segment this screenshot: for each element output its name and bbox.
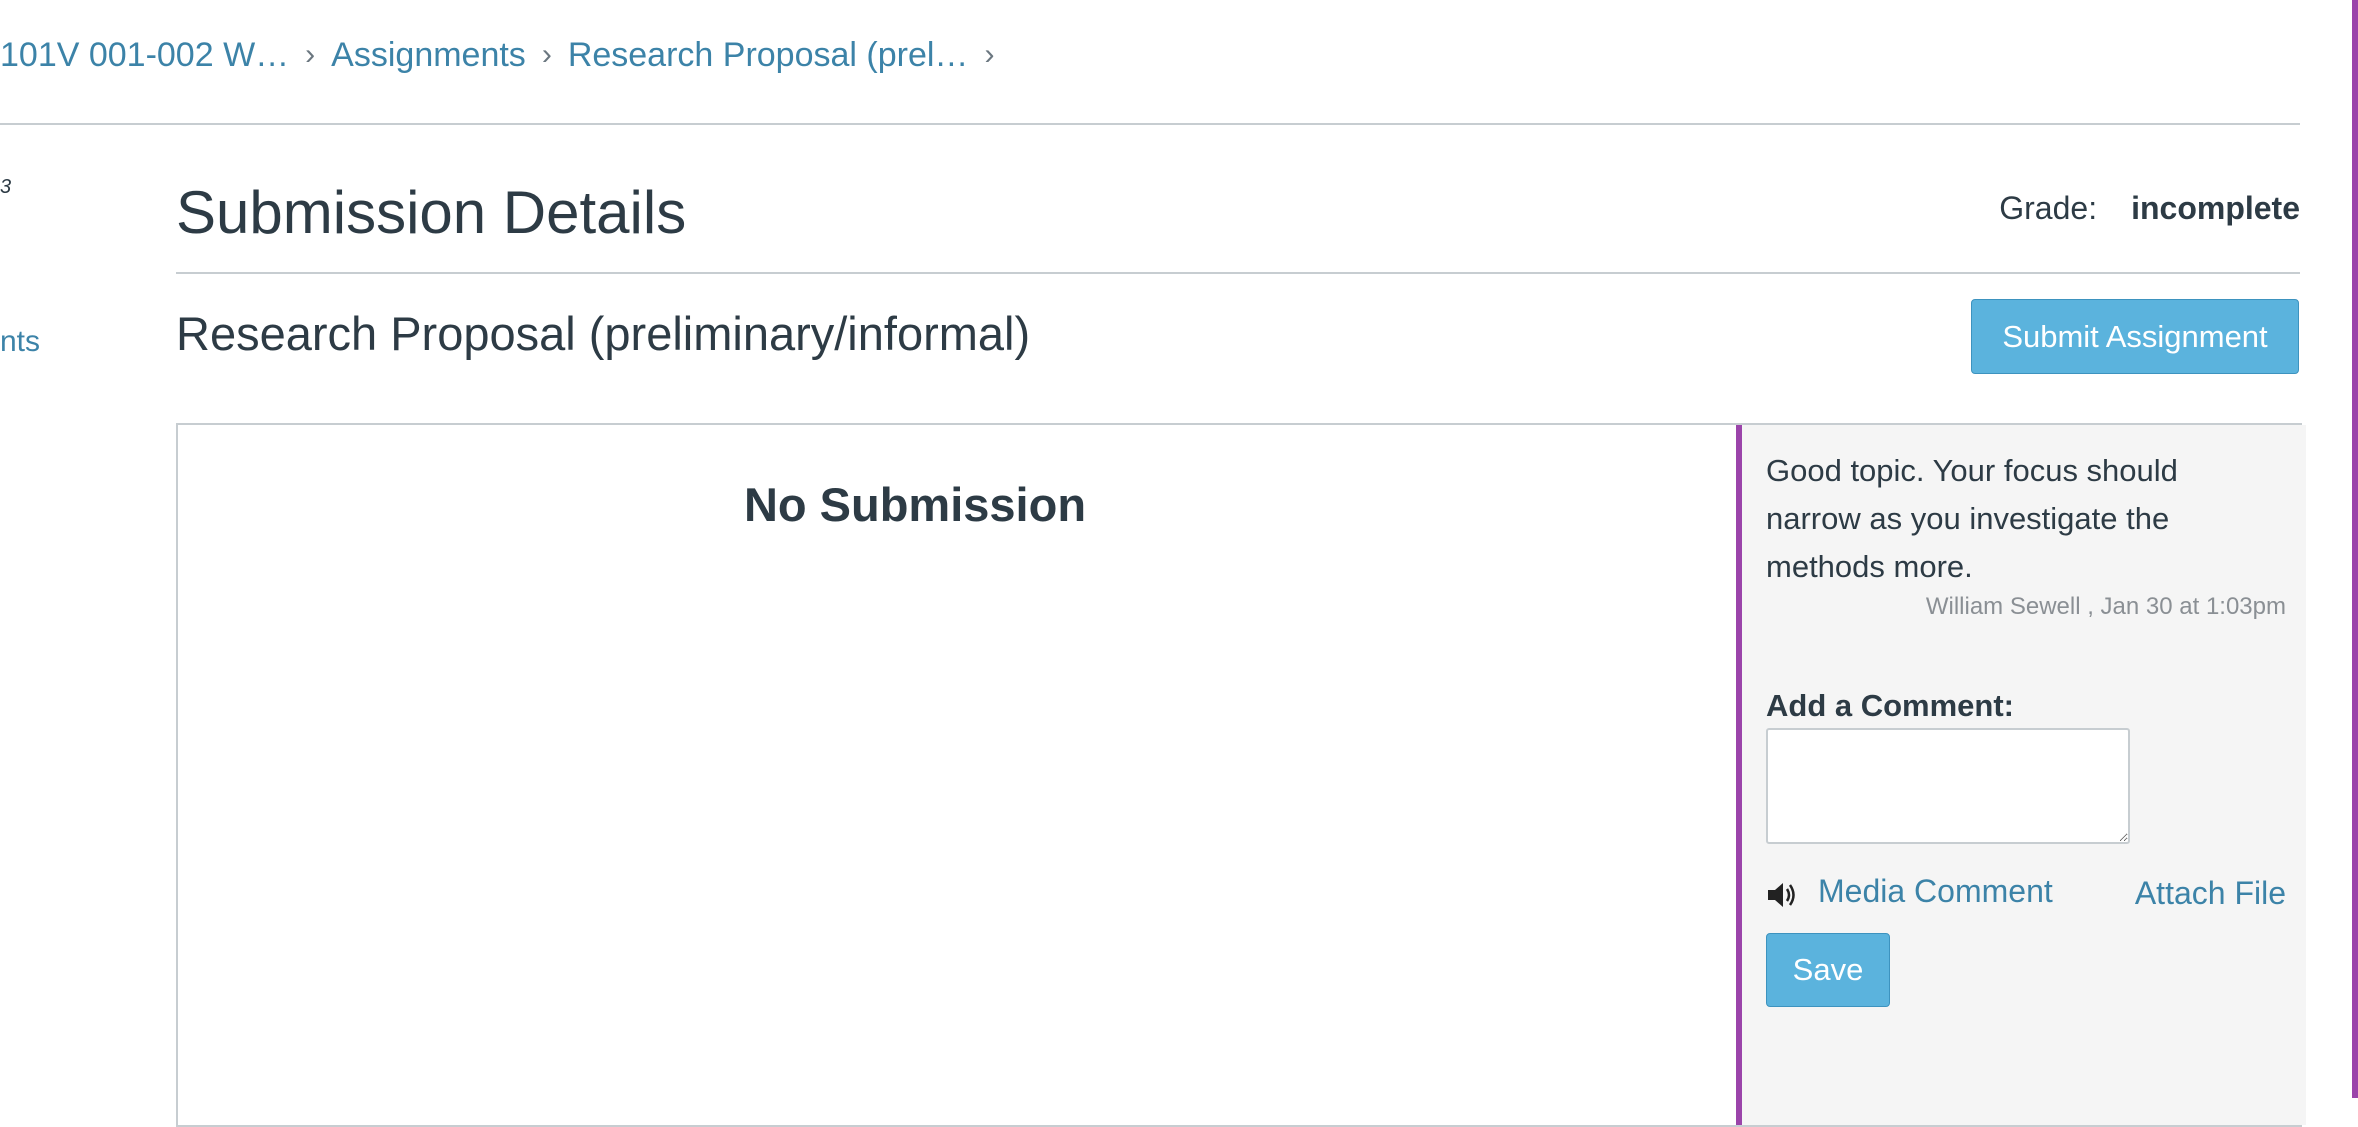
submission-status: No Submission (743, 478, 1087, 531)
comments-sidebar: Good topic. Your focus should narrow as … (1736, 425, 2306, 1125)
submission-panel: No Submission Good topic. Your focus sho… (176, 423, 2306, 1127)
chevron-right-icon: › (305, 38, 316, 71)
save-comment-button[interactable]: Save (1766, 933, 1890, 1007)
breadcrumb-course[interactable]: 101V 001-002 W… (0, 36, 289, 75)
assignment-title: Research Proposal (preliminary/informal) (176, 307, 1031, 360)
header-divider (0, 123, 2300, 125)
comment-meta: William Sewell , Jan 30 at 1:03pm (1925, 593, 2286, 620)
add-comment-label: Add a Comment: (1766, 688, 2014, 723)
breadcrumb-assignment[interactable]: Research Proposal (prel… (568, 36, 969, 75)
submit-assignment-button[interactable]: Submit Assignment (1971, 299, 2299, 374)
comment-text: Good topic. Your focus should narrow as … (1766, 453, 2178, 584)
chevron-right-icon: › (541, 38, 552, 71)
grade: Grade: incomplete (1999, 190, 2300, 227)
breadcrumb-assignments[interactable]: Assignments (331, 36, 526, 75)
window-edge (2352, 0, 2358, 1098)
breadcrumb: 101V 001-002 W… › Assignments › Research… (0, 30, 1010, 80)
media-comment-link[interactable]: Media Comment (1818, 873, 2053, 910)
grade-value: incomplete (2131, 190, 2300, 226)
attach-file-link[interactable]: Attach File (2135, 875, 2286, 912)
grade-label: Grade: (1999, 190, 2098, 226)
page-title: Submission Details (176, 179, 687, 246)
comment-input[interactable] (1766, 728, 2130, 844)
chevron-right-icon: › (984, 38, 995, 71)
left-nav-link[interactable]: nts (0, 325, 40, 359)
title-divider (176, 272, 2300, 274)
speaker-icon[interactable] (1766, 881, 1798, 909)
left-nav-fragment: 3 (0, 176, 12, 198)
